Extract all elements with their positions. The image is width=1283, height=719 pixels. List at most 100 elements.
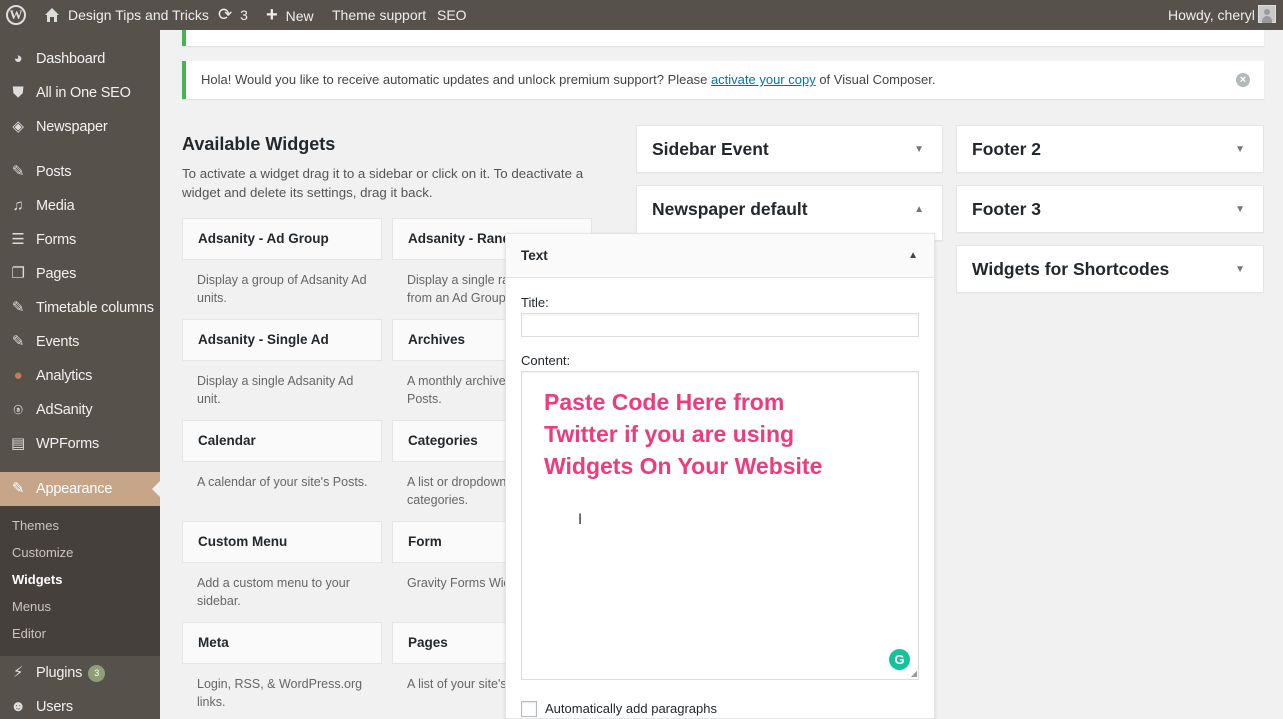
- forms-icon: ☰: [11, 231, 25, 248]
- menu-label: Forms: [36, 232, 77, 248]
- dismiss-icon[interactable]: ×: [1236, 73, 1250, 87]
- site-name-link[interactable]: Design Tips and Tricks: [44, 0, 209, 30]
- admin-bar: W Design Tips and Tricks ⟳ 3 + New Theme…: [0, 0, 1283, 30]
- menu-item-newspaper[interactable]: ◈ Newspaper: [0, 110, 160, 144]
- menu-item-appearance[interactable]: ✎ Appearance: [0, 472, 160, 506]
- sidebar-area-title: Newspaper default: [652, 199, 808, 219]
- widget-description: A list of your site's Pages.: [407, 675, 505, 693]
- menu-item-all-in-one-seo[interactable]: ⛊ All in One SEO: [0, 76, 160, 110]
- submenu-item-editor[interactable]: Editor: [12, 624, 46, 644]
- menu-label: WPForms: [36, 436, 100, 452]
- plugin-icon: ⚡: [12, 664, 24, 681]
- pin-icon: ✎: [11, 163, 25, 180]
- menu-item-pages[interactable]: ❐ Pages: [0, 257, 160, 291]
- chevron-up-icon[interactable]: ▲: [908, 234, 918, 278]
- visual-composer-notice: Hola! Would you like to receive automati…: [182, 61, 1264, 99]
- chevron-up-icon[interactable]: ▲: [914, 186, 924, 233]
- widget-desc-line: Display a group of Adsanity Ad: [197, 273, 367, 287]
- menu-label: Media: [36, 198, 75, 214]
- title-input[interactable]: [521, 313, 919, 337]
- menu-label: Appearance: [36, 481, 113, 497]
- submenu-item-menus[interactable]: Menus: [12, 597, 51, 617]
- widget-meta[interactable]: Meta: [182, 622, 382, 664]
- sidebar-area-footer-3[interactable]: Footer 3 ▼: [956, 185, 1264, 233]
- widget-desc-line: Login, RSS, & WordPress.org: [197, 677, 363, 691]
- widget-custom-menu[interactable]: Custom Menu: [182, 521, 382, 563]
- widget-desc-line: A list of your site's Pages.: [407, 677, 505, 691]
- submenu-item-widgets[interactable]: Widgets: [12, 570, 62, 590]
- menu-item-plugins[interactable]: ⚡ Plugins 3: [0, 656, 160, 690]
- pin-icon: ✎: [11, 333, 25, 350]
- chevron-down-icon[interactable]: ▼: [914, 126, 924, 173]
- menu-item-posts[interactable]: ✎ Posts: [0, 155, 160, 189]
- wpforms-icon: ▤: [11, 435, 25, 452]
- wordpress-logo-icon[interactable]: W: [6, 0, 28, 30]
- menu-label: Newspaper: [36, 119, 108, 135]
- new-label: New: [285, 8, 314, 24]
- menu-item-analytics[interactable]: ● Analytics: [0, 359, 160, 393]
- widget-description: A monthly archive of your site's Posts.: [407, 372, 505, 408]
- plus-icon: +: [266, 4, 278, 26]
- menu-item-forms[interactable]: ☰ Forms: [0, 223, 160, 257]
- widget-desc-line: categories.: [407, 493, 469, 507]
- content-textarea[interactable]: Paste Code Here from Twitter if you are …: [521, 371, 919, 680]
- avatar[interactable]: [1258, 5, 1276, 23]
- text-widget-title: Text: [521, 248, 548, 263]
- widget-description: Gravity Forms Widget: [407, 574, 505, 592]
- media-icon: ♫: [12, 197, 24, 214]
- site-name-label: Design Tips and Tricks: [68, 7, 209, 23]
- new-content-link[interactable]: + New: [266, 0, 314, 30]
- menu-label: AdSanity: [36, 402, 93, 418]
- menu-label: Dashboard: [36, 51, 106, 67]
- text-widget-panel[interactable]: Text ▲ Title: Content: Paste Code Here fr…: [505, 233, 935, 719]
- shield-icon: ⛊: [12, 84, 24, 101]
- activate-copy-link[interactable]: activate your copy: [711, 72, 816, 87]
- chevron-down-icon[interactable]: ▼: [1235, 126, 1245, 173]
- widget-description: Add a custom menu to your sidebar.: [197, 574, 387, 610]
- text-widget-header[interactable]: Text ▲: [506, 234, 934, 278]
- menu-item-users[interactable]: ☻ Users: [0, 690, 160, 719]
- menu-item-dashboard[interactable]: ◕ Dashboard: [0, 42, 160, 76]
- widget-description: Display a single Adsanity Ad unit.: [197, 372, 387, 408]
- resize-handle-icon[interactable]: ◢: [911, 670, 917, 678]
- pages-icon: ❐: [11, 265, 25, 282]
- updates-count: 3: [240, 7, 248, 23]
- widget-adsanity-single-ad[interactable]: Adsanity - Single Ad: [182, 319, 382, 361]
- submenu-item-themes[interactable]: Themes: [12, 516, 59, 536]
- widget-desc-line: A calendar of your site's Posts.: [197, 475, 368, 489]
- widget-description: A list or dropdown of categories.: [407, 473, 505, 509]
- plugins-update-badge: 3: [88, 665, 106, 682]
- grammarly-icon[interactable]: G: [889, 649, 910, 670]
- menu-item-timetable-columns[interactable]: ✎ Timetable columns: [0, 291, 160, 325]
- widget-desc-line: from an Ad Group: [407, 291, 505, 305]
- seo-link[interactable]: SEO: [437, 0, 467, 30]
- text-cursor-icon: I: [578, 512, 583, 528]
- sidebar-area-sidebar-event[interactable]: Sidebar Event ▼: [636, 125, 943, 173]
- content-label: Content:: [521, 353, 571, 368]
- sidebar-area-title: Widgets for Shortcodes: [972, 259, 1170, 279]
- menu-label: Events: [36, 334, 80, 350]
- widget-calendar[interactable]: Calendar: [182, 420, 382, 462]
- menu-label: Timetable columns: [36, 300, 154, 316]
- menu-label: Pages: [36, 266, 77, 282]
- widget-adsanity-ad-group[interactable]: Adsanity - Ad Group: [182, 218, 382, 260]
- widget-desc-line: Gravity Forms Widget: [407, 576, 505, 590]
- menu-label: Plugins: [36, 665, 83, 681]
- sidebar-area-title: Footer 2: [972, 139, 1042, 159]
- menu-item-events[interactable]: ✎ Events: [0, 325, 160, 359]
- theme-support-link[interactable]: Theme support: [332, 0, 426, 30]
- menu-item-media[interactable]: ♫ Media: [0, 189, 160, 223]
- howdy-user-link[interactable]: Howdy, cheryl: [1168, 0, 1255, 30]
- chevron-down-icon[interactable]: ▼: [1235, 186, 1245, 233]
- widget-desc-line: Posts.: [407, 392, 442, 406]
- menu-item-adsanity[interactable]: ⓐ AdSanity: [0, 393, 160, 427]
- updates-link[interactable]: ⟳ 3: [218, 0, 248, 30]
- menu-item-wpforms[interactable]: ▤ WPForms: [0, 427, 160, 461]
- available-widgets-description: To activate a widget drag it to a sideba…: [182, 166, 584, 200]
- chevron-down-icon[interactable]: ▼: [1235, 246, 1245, 293]
- sidebar-area-footer-2[interactable]: Footer 2 ▼: [956, 125, 1264, 173]
- auto-paragraphs-checkbox[interactable]: [521, 701, 537, 717]
- sidebar-area-widgets-for-shortcodes[interactable]: Widgets for Shortcodes ▼: [956, 245, 1264, 293]
- widget-description: Display a group of Adsanity Ad units.: [197, 271, 387, 307]
- submenu-item-customize[interactable]: Customize: [12, 543, 73, 563]
